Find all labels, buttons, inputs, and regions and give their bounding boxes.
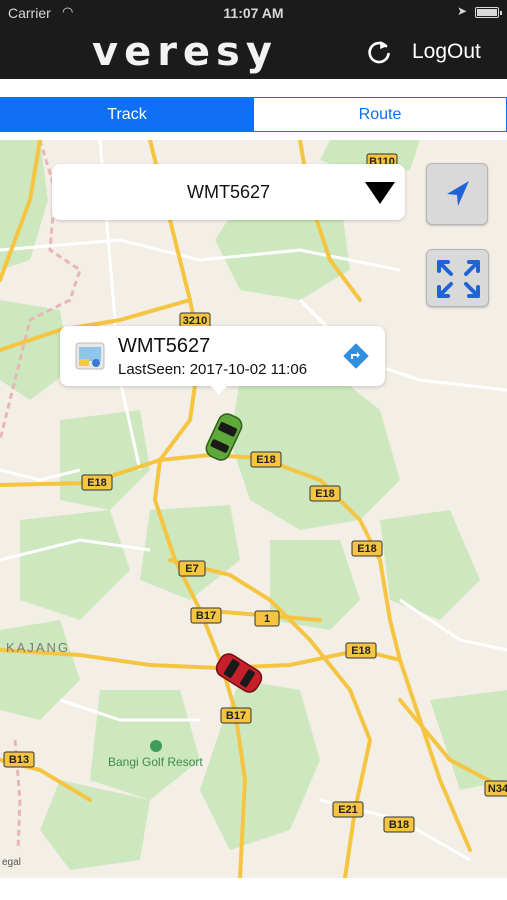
svg-text:B17: B17	[226, 710, 246, 722]
callout-title: WMT5627	[118, 335, 211, 357]
svg-text:E18: E18	[315, 488, 335, 500]
vehicle-callout[interactable]: WMT5627 LastSeen: 2017-10-02 11:06	[60, 326, 385, 395]
svg-text:E18: E18	[256, 454, 276, 466]
vehicle-thumbnail-icon	[75, 342, 105, 370]
navigation-arrow-icon	[447, 181, 469, 206]
svg-text:E18: E18	[87, 477, 107, 489]
svg-text:B18: B18	[389, 819, 409, 831]
red-car-icon[interactable]	[210, 650, 268, 696]
directions-icon[interactable]	[343, 343, 369, 369]
status-bar: Carrier ◠ 11:07 AM ➤	[0, 0, 507, 26]
fit-bounds-button[interactable]	[426, 249, 489, 307]
brand-logo: veresy	[92, 29, 278, 75]
svg-text:E18: E18	[351, 645, 371, 657]
svg-text:B13: B13	[9, 754, 29, 766]
track-route-tabs: Track Route	[0, 97, 507, 132]
tab-route[interactable]: Route	[253, 98, 506, 131]
locate-button[interactable]	[426, 163, 488, 225]
status-time: 11:07 AM	[223, 5, 284, 21]
svg-text:E7: E7	[185, 563, 198, 575]
logout-button[interactable]: LogOut	[412, 40, 481, 64]
vehicle-select[interactable]: WMT5627	[52, 164, 405, 220]
svg-text:N34: N34	[488, 783, 507, 795]
place-label-golf: Bangi Golf Resort	[108, 755, 203, 769]
svg-text:B17: B17	[196, 610, 216, 622]
tab-track[interactable]: Track	[1, 98, 253, 131]
svg-text:1: 1	[264, 613, 270, 625]
dropdown-arrow-icon	[365, 182, 395, 204]
refresh-icon[interactable]	[365, 38, 393, 66]
green-car-icon[interactable]	[200, 410, 248, 464]
location-arrow-icon: ➤	[456, 4, 467, 18]
legal-link[interactable]: egal	[2, 857, 21, 868]
battery-icon	[475, 7, 502, 18]
svg-text:E21: E21	[338, 804, 358, 816]
expand-arrows-icon	[437, 260, 480, 298]
app-header: Carrier ◠ 11:07 AM ➤ veresy LogOut	[0, 0, 507, 79]
callout-last-seen: LastSeen: 2017-10-02 11:06	[118, 361, 308, 378]
place-label-kajang: KAJANG	[6, 640, 70, 655]
bottom-bar	[0, 878, 507, 900]
svg-text:E18: E18	[357, 543, 377, 555]
golf-icon	[150, 740, 162, 752]
vehicle-select-value: WMT5627	[186, 182, 271, 202]
